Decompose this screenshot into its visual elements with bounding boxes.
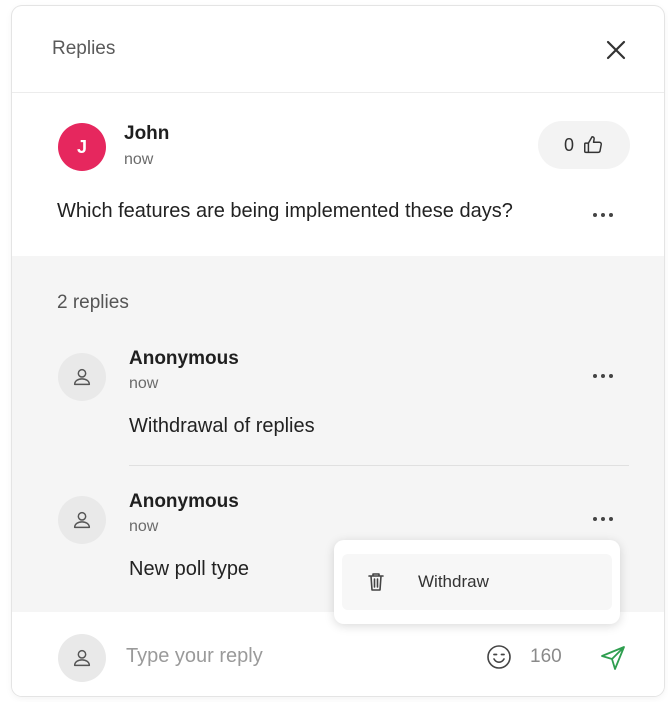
question-more-button[interactable] [588, 205, 618, 225]
reply-input[interactable] [124, 640, 468, 672]
user-icon [73, 511, 91, 529]
question-text: Which features are being implemented the… [57, 200, 513, 222]
close-button[interactable] [602, 36, 630, 64]
send-button[interactable] [598, 643, 628, 673]
replies-panel: Replies J John now 0 Which features are … [12, 6, 664, 696]
emoji-button[interactable] [484, 642, 514, 672]
user-icon [73, 649, 91, 667]
question-post: J John now 0 Which features are being im… [12, 93, 664, 256]
like-button[interactable]: 0 [538, 121, 630, 169]
reply-divider [129, 465, 629, 466]
avatar: J [58, 123, 106, 171]
reply-timestamp: now [129, 375, 159, 392]
question-timestamp: now [124, 151, 154, 168]
avatar [58, 634, 106, 682]
thumbs-up-icon [584, 136, 602, 154]
reply-more-button[interactable] [588, 366, 618, 386]
like-count: 0 [563, 134, 574, 155]
reply-text: New poll type [129, 558, 250, 580]
smiley-icon [487, 645, 511, 669]
reply-author: Anonymous [129, 348, 239, 369]
replies-count: 2 replies [57, 292, 129, 313]
more-horizontal-icon [593, 374, 613, 378]
reply-timestamp: now [129, 518, 159, 535]
send-icon [601, 646, 625, 670]
withdraw-label: Withdraw [418, 572, 489, 591]
more-horizontal-icon [593, 213, 613, 217]
avatar [58, 496, 106, 544]
avatar [58, 353, 106, 401]
reply-context-menu: Withdraw [334, 540, 620, 624]
reply-author: Anonymous [129, 491, 239, 512]
panel-title: Replies [52, 38, 116, 59]
question-author: John [124, 123, 170, 144]
reply-text: Withdrawal of replies [129, 415, 315, 437]
user-icon [73, 368, 91, 386]
trash-icon [368, 573, 384, 591]
withdraw-menu-item[interactable]: Withdraw [342, 554, 612, 610]
character-counter: 160 [530, 646, 562, 667]
more-horizontal-icon [593, 517, 613, 521]
reply-composer: 160 [12, 612, 664, 696]
close-icon [606, 40, 626, 60]
reply-more-button[interactable] [588, 509, 618, 529]
panel-header: Replies [12, 6, 664, 93]
